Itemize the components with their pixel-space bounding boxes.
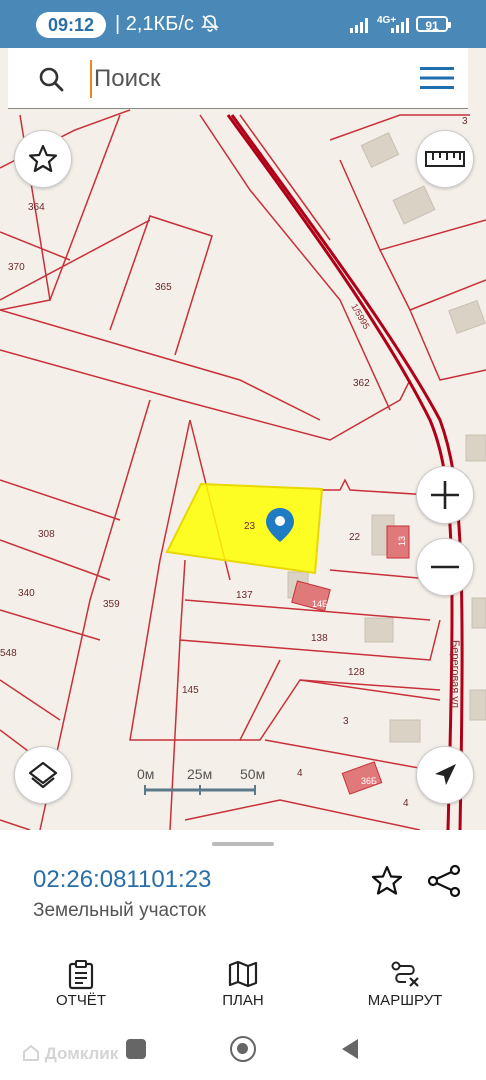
parcel-label: 22	[349, 532, 361, 543]
watermark: Домклик	[22, 1044, 118, 1064]
zoom-in-button[interactable]	[416, 466, 474, 524]
parcel-label: 145	[182, 685, 199, 696]
ruler-icon	[425, 151, 465, 167]
parcel-label: 138	[311, 633, 328, 644]
favorites-button[interactable]	[14, 130, 72, 188]
signal-icon	[350, 18, 368, 33]
mute-bell-icon	[201, 15, 220, 32]
tab-label: ОТЧЁТ	[55, 992, 106, 1009]
my-location-button[interactable]	[416, 746, 474, 804]
back-icon[interactable]	[340, 1037, 360, 1061]
parcel-label: 340	[18, 588, 35, 599]
status-time: 09:12	[36, 12, 106, 38]
search-icon[interactable]	[38, 66, 64, 92]
parcel-label: 362	[353, 378, 370, 389]
map-icon	[228, 960, 258, 988]
building-label: 36Б	[361, 776, 377, 786]
menu-icon[interactable]	[420, 66, 454, 90]
zoom-out-button[interactable]	[416, 538, 474, 596]
parcel-label: 137	[236, 590, 253, 601]
network-speed: | 2,1КБ/с	[115, 13, 220, 36]
star-icon	[28, 144, 58, 173]
tab-report[interactable]: ОТЧЁТ	[16, 948, 146, 1028]
minus-icon	[431, 565, 459, 569]
scale-label: 25м	[187, 766, 213, 782]
sheet-drag-handle[interactable]	[212, 842, 274, 846]
share-icon[interactable]	[426, 864, 462, 898]
tab-route[interactable]: МАРШРУТ	[340, 948, 470, 1028]
road-label: Береговая ул	[449, 640, 461, 708]
map-canvas[interactable]: 1/5995 Береговая ул 364 370 365 362 308 …	[0, 48, 486, 830]
parcel-label: 364	[28, 202, 45, 213]
layers-button[interactable]	[14, 746, 72, 804]
cadastral-map[interactable]: 1/5995 Береговая ул 364 370 365 362 308 …	[0, 48, 486, 830]
cadastral-number: 02:26:081101:23	[33, 866, 212, 893]
status-bar: 09:12 | 2,1КБ/с 4G+ 91	[0, 0, 486, 48]
scale-label: 50м	[240, 766, 266, 782]
building-label: 13	[397, 536, 407, 546]
tab-plan[interactable]: ПЛАН	[178, 948, 308, 1028]
parcel-label: 365	[155, 282, 172, 293]
search-input[interactable]	[90, 60, 396, 98]
search-bar	[8, 48, 468, 109]
layers-icon	[28, 761, 58, 789]
bottom-tab-bar: ОТЧЁТ ПЛАН МАРШРУТ	[0, 948, 486, 1028]
star-icon[interactable]	[370, 864, 404, 898]
tab-label: МАРШРУТ	[367, 992, 443, 1009]
parcel-info-sheet[interactable]: 02:26:081101:23 Земельный участок	[0, 830, 486, 949]
parcel-label: 4	[297, 768, 303, 779]
report-icon	[68, 960, 94, 990]
ruler-button[interactable]	[416, 130, 474, 188]
parcel-label: 3	[343, 716, 349, 727]
parcel-label: 370	[8, 262, 25, 273]
tab-label: ПЛАН	[222, 992, 264, 1009]
signal-icon-2	[391, 18, 409, 33]
battery-indicator: 91	[416, 16, 451, 33]
recent-apps-button[interactable]	[126, 1039, 146, 1059]
home-button[interactable]	[230, 1036, 256, 1062]
parcel-label: 3	[462, 116, 468, 127]
parcel-type: Земельный участок	[33, 900, 206, 921]
route-icon	[391, 961, 419, 987]
parcel-label: 359	[103, 599, 120, 610]
building-label: 14Б	[312, 599, 328, 609]
scale-bar	[144, 785, 256, 795]
parcel-label: 128	[348, 667, 365, 678]
plus-icon	[431, 481, 459, 509]
parcel-label: 308	[38, 529, 55, 540]
scale-label: 0м	[137, 766, 155, 782]
system-nav-bar: Домклик	[0, 1028, 486, 1080]
parcel-label: 548	[0, 648, 17, 659]
map-scale: 0м 25м 50м	[130, 766, 270, 796]
house-logo-icon	[23, 1044, 39, 1061]
navigation-arrow-icon	[435, 764, 456, 785]
parcel-label: 4	[403, 798, 409, 809]
parcel-label: 23	[244, 521, 256, 532]
